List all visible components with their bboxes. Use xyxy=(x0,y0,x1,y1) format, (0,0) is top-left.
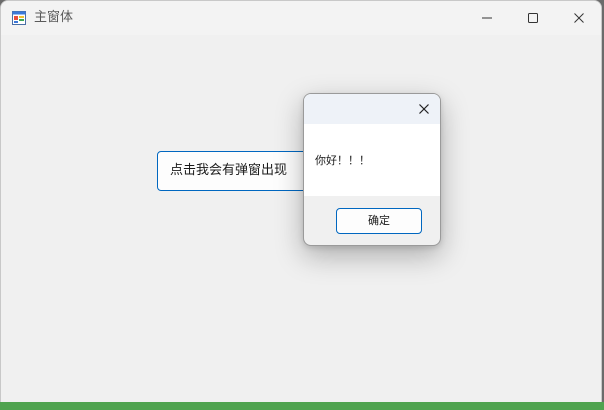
window-title: 主窗体 xyxy=(34,10,74,25)
close-button[interactable] xyxy=(556,1,601,35)
title-bar[interactable]: 主窗体 xyxy=(1,1,601,35)
message-box-title-bar[interactable] xyxy=(304,94,440,124)
message-box-close-button[interactable] xyxy=(414,99,434,119)
message-box-body: 你好！！！ xyxy=(304,124,440,196)
maximize-icon xyxy=(527,9,539,28)
message-box: 你好！！！ 确定 xyxy=(303,93,441,246)
app-form-icon xyxy=(12,10,26,25)
main-window: 主窗体 点击我会有弹窗出现 你好！！！ 确定 xyxy=(0,0,602,408)
show-popup-button[interactable]: 点击我会有弹窗出现 xyxy=(157,151,307,191)
close-icon xyxy=(418,100,430,119)
message-text: 你好！！！ xyxy=(315,154,370,167)
minimize-icon xyxy=(481,9,493,28)
taskbar-edge xyxy=(0,402,604,410)
maximize-button[interactable] xyxy=(510,1,556,35)
minimize-button[interactable] xyxy=(464,1,510,35)
close-icon xyxy=(573,9,585,28)
ok-button[interactable]: 确定 xyxy=(336,208,422,234)
